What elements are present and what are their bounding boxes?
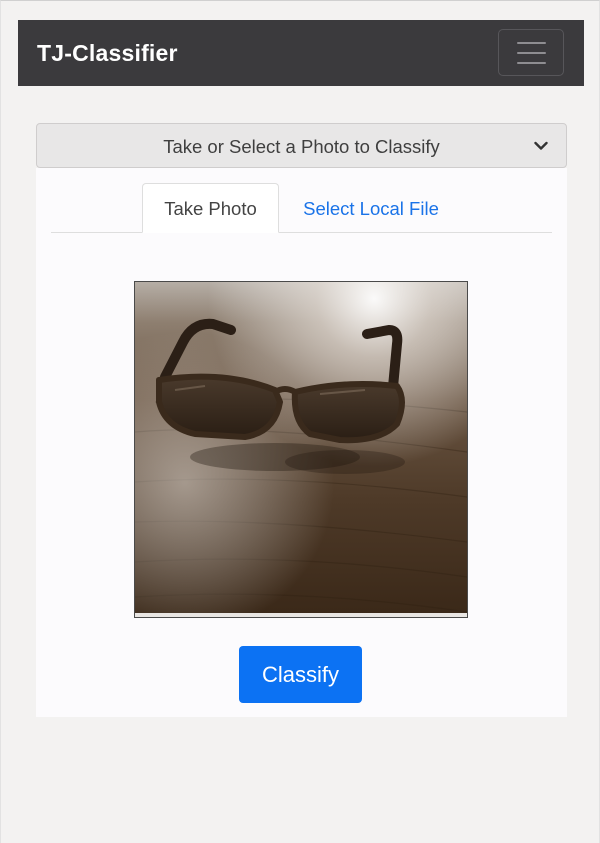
captured-photo (134, 281, 468, 618)
classify-button[interactable]: Classify (239, 646, 362, 703)
tab-bar: Take Photo Select Local File (51, 168, 552, 233)
accordion-header[interactable]: Take or Select a Photo to Classify (36, 123, 567, 168)
tab-select-local-file[interactable]: Select Local File (286, 183, 456, 233)
chevron-down-icon (534, 141, 548, 150)
navbar: TJ-Classifier (18, 20, 584, 86)
hamburger-menu-icon (517, 62, 546, 64)
brand-title[interactable]: TJ-Classifier (37, 40, 178, 66)
classifier-card: Take or Select a Photo to Classify Take … (36, 123, 567, 717)
tab-take-photo[interactable]: Take Photo (142, 183, 279, 233)
hamburger-menu-icon (517, 52, 546, 54)
menu-toggle-button[interactable] (498, 29, 564, 76)
sunglasses-photo (135, 282, 467, 617)
hamburger-menu-icon (517, 42, 546, 44)
card-body: Take Photo Select Local File Classify (36, 168, 567, 717)
accordion-title: Take or Select a Photo to Classify (163, 136, 440, 157)
